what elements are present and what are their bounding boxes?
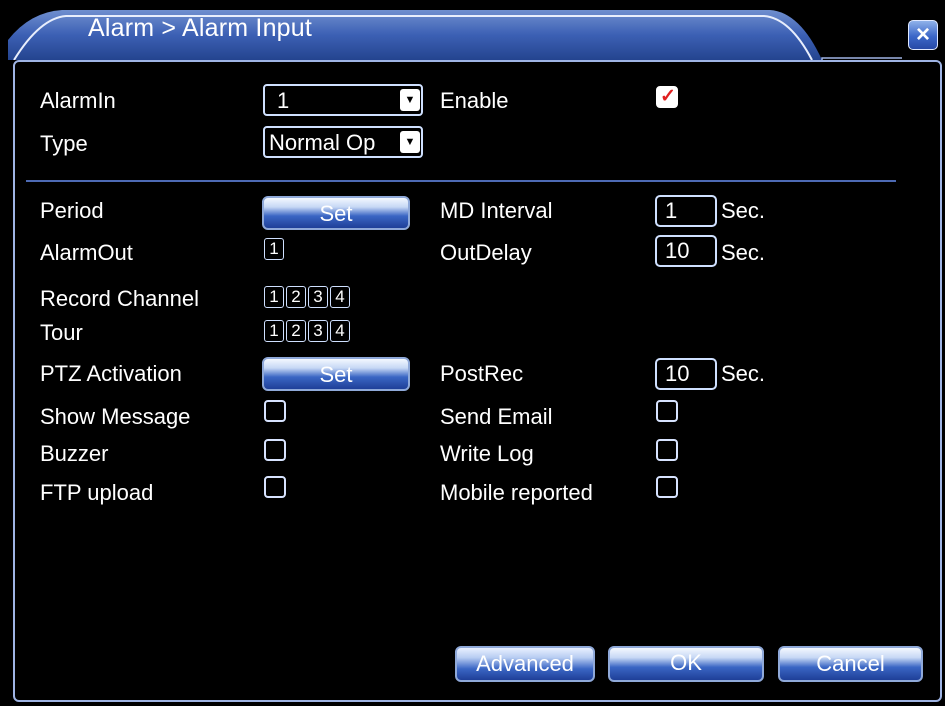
write-log-checkbox[interactable] (656, 439, 678, 461)
out-delay-label: OutDelay (440, 240, 532, 265)
buzzer-label: Buzzer (40, 441, 109, 466)
type-value: Normal Op (269, 130, 376, 155)
out-delay-unit: Sec. (721, 240, 766, 265)
check-mark-icon: ✓ (660, 86, 676, 107)
ftp-upload-label: FTP upload (40, 480, 154, 505)
post-rec-input[interactable]: 10 (655, 358, 717, 390)
section-divider (26, 180, 896, 182)
md-interval-label: MD Interval (440, 198, 553, 223)
close-icon: × (915, 21, 930, 48)
post-rec-unit: Sec. (721, 361, 766, 386)
enable-checkbox[interactable]: ✓ (656, 86, 678, 108)
md-interval-input[interactable]: 1 (655, 195, 717, 227)
cancel-button[interactable]: Cancel (778, 646, 923, 682)
out-delay-input[interactable]: 10 (655, 235, 717, 267)
record-channel-1[interactable]: 1 (264, 286, 284, 308)
period-label: Period (40, 198, 104, 223)
alarm-in-value: 1 (277, 88, 290, 113)
advanced-button[interactable]: Advanced (455, 646, 595, 682)
alarm-out-label: AlarmOut (40, 240, 133, 265)
show-message-checkbox[interactable] (264, 400, 286, 422)
close-button[interactable]: × (908, 20, 938, 50)
alarm-out-channel-1[interactable]: 1 (264, 238, 284, 260)
chevron-down-icon: ▼ (400, 131, 420, 153)
write-log-label: Write Log (440, 441, 534, 466)
record-channel-2[interactable]: 2 (286, 286, 306, 308)
ptz-activation-label: PTZ Activation (40, 361, 182, 386)
record-channel-4[interactable]: 4 (330, 286, 350, 308)
record-channel-label: Record Channel (40, 286, 199, 311)
alarm-in-label: AlarmIn (40, 88, 116, 113)
ftp-upload-checkbox[interactable] (264, 476, 286, 498)
type-label: Type (40, 131, 88, 156)
type-select[interactable]: Normal Op ▼ (263, 126, 423, 158)
ok-button[interactable]: OK (608, 646, 764, 682)
record-channel-3[interactable]: 3 (308, 286, 328, 308)
alarm-input-dialog: Alarm > Alarm Input × AlarmIn 1 ▼ Enable… (0, 0, 945, 706)
window-title: Alarm > Alarm Input (88, 14, 313, 42)
tour-channel-2[interactable]: 2 (286, 320, 306, 342)
tour-channel-1[interactable]: 1 (264, 320, 284, 342)
send-email-checkbox[interactable] (656, 400, 678, 422)
period-set-button[interactable]: Set (262, 196, 410, 230)
tour-channel-3[interactable]: 3 (308, 320, 328, 342)
mobile-reported-checkbox[interactable] (656, 476, 678, 498)
mobile-reported-label: Mobile reported (440, 480, 593, 505)
show-message-label: Show Message (40, 404, 191, 429)
title-bar: Alarm > Alarm Input × (0, 0, 945, 60)
ptz-activation-set-button[interactable]: Set (262, 357, 410, 391)
md-interval-unit: Sec. (721, 198, 766, 223)
alarm-in-select[interactable]: 1 ▼ (263, 84, 423, 116)
tour-label: Tour (40, 320, 83, 345)
post-rec-label: PostRec (440, 361, 524, 386)
tour-channel-4[interactable]: 4 (330, 320, 350, 342)
send-email-label: Send Email (440, 404, 553, 429)
enable-label: Enable (440, 88, 509, 113)
chevron-down-icon: ▼ (400, 89, 420, 111)
buzzer-checkbox[interactable] (264, 439, 286, 461)
